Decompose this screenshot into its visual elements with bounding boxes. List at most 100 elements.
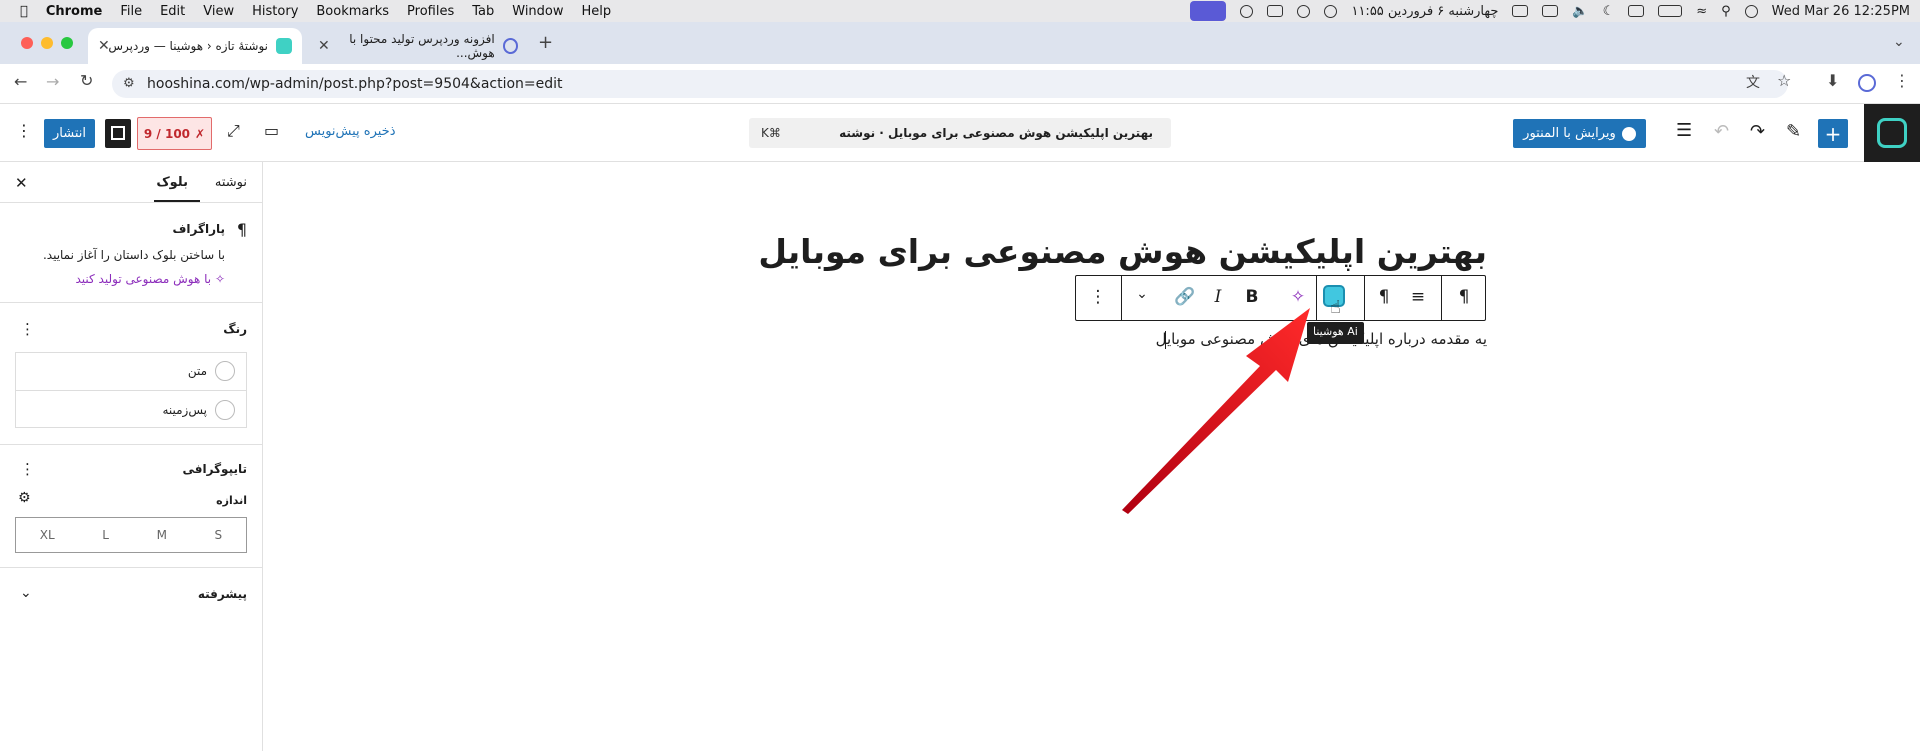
grid-icon[interactable] <box>1267 5 1284 17</box>
menu-view[interactable]: View <box>194 4 243 19</box>
paragraph-block-icon[interactable]: ¶ <box>1452 287 1476 307</box>
menu-file[interactable]: File <box>111 4 151 19</box>
color-bg-label: پس‌زمینه <box>162 402 207 417</box>
size-xl[interactable]: XL <box>40 528 55 542</box>
minimize-window-button[interactable] <box>41 37 53 49</box>
search-icon[interactable]: ⚲ <box>1721 4 1731 19</box>
list-view-icon[interactable]: ☰ <box>1676 120 1692 141</box>
close-window-button[interactable] <box>21 37 33 49</box>
typography-divider <box>0 567 263 568</box>
redo-icon[interactable]: ↷ <box>1750 121 1765 142</box>
keyboard-icon[interactable] <box>1628 5 1645 17</box>
arrow-shape <box>1122 308 1310 514</box>
new-tab-icon[interactable]: + <box>538 32 553 53</box>
download-icon[interactable]: ⬇ <box>1826 71 1839 90</box>
add-block-button[interactable]: + <box>1818 119 1848 148</box>
paragraph-icon: ¶ <box>236 220 247 239</box>
wifi-icon[interactable]: ≈ <box>1696 4 1707 19</box>
undo-icon[interactable]: ↶ <box>1714 121 1729 142</box>
tools-pen-icon[interactable]: ✎ <box>1786 121 1801 142</box>
control-center-icon[interactable] <box>1744 4 1758 18</box>
seo-score-icon: ✗ <box>195 126 206 141</box>
menu-help[interactable]: Help <box>573 4 621 19</box>
save-draft-link[interactable]: ذخیره پیش‌نویس <box>305 124 396 139</box>
size-settings-icon[interactable]: ⚙ <box>18 490 31 506</box>
chrome-menu-icon[interactable]: ⋮ <box>1894 71 1910 90</box>
color-heading: رنگ <box>223 322 247 336</box>
color-text-swatch-icon <box>215 361 235 381</box>
size-s[interactable]: S <box>215 528 223 542</box>
reload-icon[interactable]: ↻ <box>80 71 93 90</box>
elementor-label: ویرایش با المنتور <box>1523 126 1616 141</box>
apple-icon[interactable]:  <box>0 4 37 19</box>
screen-share-icon[interactable] <box>1190 1 1227 21</box>
status-icon-1[interactable] <box>1240 4 1254 18</box>
tabs-divider <box>0 202 263 203</box>
menu-history[interactable]: History <box>243 4 307 19</box>
sparkle-icon: ✧ <box>214 272 225 286</box>
menu-window[interactable]: Window <box>503 4 572 19</box>
chevron-down-icon[interactable]: ⌄ <box>20 585 32 601</box>
block-options-icon[interactable]: ⋮ <box>1086 287 1110 307</box>
color-options-icon[interactable]: ⋮ <box>20 320 35 338</box>
site-info-icon[interactable]: ⚙ <box>123 76 135 91</box>
hooshina-logo[interactable] <box>1864 104 1920 162</box>
size-l[interactable]: L <box>102 528 109 542</box>
bookmark-star-icon[interactable]: ☆ <box>1777 71 1791 90</box>
menu-profiles[interactable]: Profiles <box>398 4 463 19</box>
moon-icon[interactable]: ☾ <box>1603 4 1615 19</box>
post-title[interactable]: بهترین اپلیکیشن هوش مصنوعی برای موبایل <box>758 232 1487 271</box>
color-text-row[interactable]: متن <box>15 352 247 390</box>
tab-active[interactable]: نوشتهٔ تازه ‹ هوشینا — وردپرس ✕ <box>88 28 302 64</box>
back-icon[interactable]: ← <box>14 72 27 91</box>
command-palette-bar[interactable]: بهترین اپلیکیشن هوش مصنوعی برای موبایل ·… <box>749 118 1171 148</box>
menu-app[interactable]: Chrome <box>37 4 112 19</box>
menu-tab[interactable]: Tab <box>463 4 503 19</box>
text-direction-icon[interactable]: ¶ <box>1372 287 1396 307</box>
block-description: با ساختن بلوک داستان را آغاز نمایید. <box>42 248 225 262</box>
tab-post[interactable]: نوشته <box>215 175 247 190</box>
seo-score-badge[interactable]: 9 / 100 ✗ <box>137 117 212 150</box>
menubar-clock: Wed Mar 26 12:25PM <box>1771 3 1910 19</box>
openai-icon[interactable] <box>1324 4 1338 18</box>
tab-inactive[interactable]: افزونه وردپرس تولید محتوا با هوش... ✕ <box>308 28 528 64</box>
url-text[interactable]: hooshina.com/wp-admin/post.php?post=9504… <box>147 76 563 92</box>
color-bg-row[interactable]: پس‌زمینه <box>15 390 247 428</box>
close-sidebar-icon[interactable]: ✕ <box>15 174 28 192</box>
size-m[interactable]: M <box>157 528 167 542</box>
display-icon[interactable] <box>1512 5 1529 17</box>
publish-button[interactable]: انتشار <box>44 119 95 148</box>
align-icon[interactable]: ≡ <box>1406 287 1430 307</box>
mac-menubar:  Chrome File Edit View History Bookmark… <box>0 0 1920 22</box>
translate-icon[interactable]: 文 <box>1746 72 1760 92</box>
menu-bookmarks[interactable]: Bookmarks <box>307 4 398 19</box>
window-icon[interactable] <box>1542 5 1559 17</box>
settings-sidebar-toggle[interactable] <box>105 119 131 148</box>
preview-device-icon[interactable]: ▭ <box>264 121 279 140</box>
red-arrow-annotation <box>1122 308 1310 514</box>
typography-options-icon[interactable]: ⋮ <box>20 460 35 478</box>
menu-edit[interactable]: Edit <box>151 4 194 19</box>
edit-with-elementor-button[interactable]: ویرایش با المنتور <box>1513 119 1646 148</box>
hooshina-logo-icon <box>1877 118 1907 148</box>
options-more-icon[interactable]: ⋮ <box>16 121 32 140</box>
size-label: اندازه <box>216 494 247 507</box>
ai-generate-link[interactable]: ✧ با هوش مصنوعی تولید کنید <box>75 272 225 286</box>
tab-title: نوشتهٔ تازه ‹ هوشینا — وردپرس <box>108 39 268 53</box>
status-icon-2[interactable] <box>1297 4 1311 18</box>
volume-icon[interactable]: 🔈 <box>1572 4 1588 19</box>
battery-icon[interactable] <box>1658 5 1683 17</box>
tab-search-icon[interactable]: ⌄ <box>1893 34 1905 50</box>
profile-avatar[interactable] <box>1858 74 1876 92</box>
zoom-window-button[interactable] <box>61 37 73 49</box>
fullscreen-icon[interactable]: ⤢ <box>227 121 240 141</box>
toolbar-separator <box>1441 276 1442 320</box>
color-divider <box>0 444 263 445</box>
close-tab-icon[interactable]: ✕ <box>98 38 110 54</box>
forward-icon[interactable]: → <box>46 72 59 91</box>
ai-generate-label: با هوش مصنوعی تولید کنید <box>75 272 212 286</box>
tab-block[interactable]: بلوک <box>156 175 188 190</box>
close-tab-icon[interactable]: ✕ <box>318 38 330 54</box>
advanced-heading[interactable]: پیشرفته <box>198 587 247 601</box>
command-shortcut: ⌘K <box>761 126 781 140</box>
